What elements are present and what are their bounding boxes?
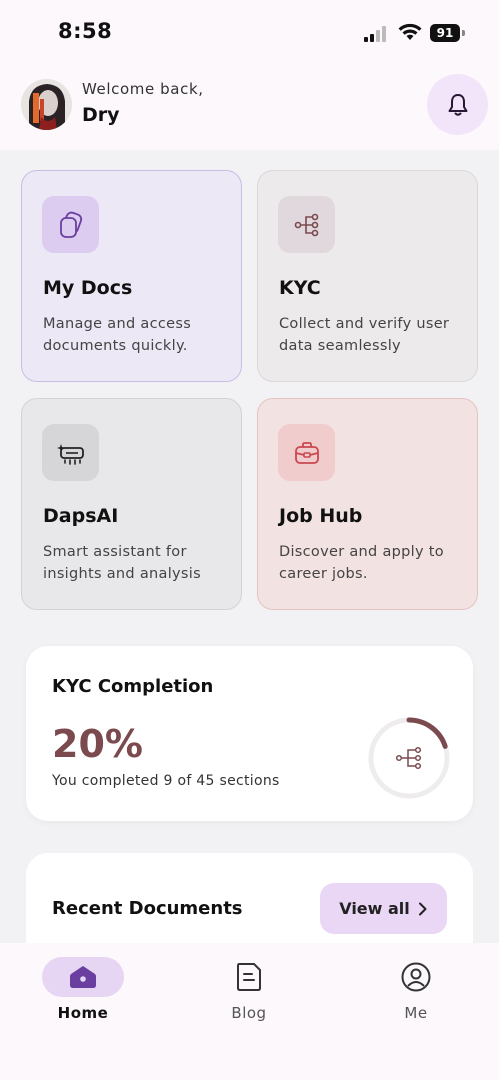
notifications-button[interactable] xyxy=(427,74,488,135)
kyc-progress-ring xyxy=(368,717,450,799)
kyc-completion-title: KYC Completion xyxy=(52,676,214,697)
avatar-image xyxy=(21,79,72,130)
ai-sparkle-icon xyxy=(42,424,99,481)
nav-label: Home xyxy=(57,1004,109,1022)
blog-icon xyxy=(237,963,261,991)
cellular-signal-icon xyxy=(364,26,390,42)
kyc-percent: 20% xyxy=(52,722,143,766)
flow-network-icon xyxy=(278,196,335,253)
flow-network-icon xyxy=(395,746,422,770)
card-title: My Docs xyxy=(43,277,133,299)
welcome-text: Welcome back, xyxy=(82,80,204,98)
kyc-completion-panel[interactable]: KYC Completion 20% You completed 9 of 45… xyxy=(26,646,473,821)
status-bar: 8:58 91 xyxy=(0,0,499,62)
wifi-icon xyxy=(398,23,422,40)
profile-icon xyxy=(401,962,431,992)
card-description: Discover and apply to career jobs. xyxy=(279,544,444,582)
card-title: KYC xyxy=(279,277,321,299)
card-title: Job Hub xyxy=(279,505,363,527)
recent-documents-title: Recent Documents xyxy=(52,898,243,919)
kyc-progress-text: You completed 9 of 45 sections xyxy=(52,773,280,789)
battery-indicator: 91 xyxy=(430,24,460,42)
kyc-card[interactable]: KYC Collect and verify user data seamles… xyxy=(257,170,478,382)
documents-icon xyxy=(42,196,99,253)
nav-label: Blog xyxy=(231,1004,267,1022)
my-docs-card[interactable]: My Docs Manage and access documents quic… xyxy=(21,170,242,382)
nav-blog[interactable]: Blog xyxy=(204,957,294,1027)
card-description: Collect and verify user data seamlessly xyxy=(279,316,450,354)
nav-me[interactable]: Me xyxy=(371,957,461,1027)
view-all-button[interactable]: View all xyxy=(320,883,447,934)
home-icon xyxy=(70,966,96,988)
nav-home-pill xyxy=(42,957,124,997)
bell-icon xyxy=(448,93,467,116)
bottom-navigation: Home Blog Me xyxy=(0,943,499,1080)
daps-ai-card[interactable]: DapsAI Smart assistant for insights and … xyxy=(21,398,242,610)
avatar[interactable] xyxy=(21,79,72,130)
job-hub-card[interactable]: Job Hub Discover and apply to career job… xyxy=(257,398,478,610)
card-description: Manage and access documents quickly. xyxy=(43,316,192,354)
username: Dry xyxy=(82,104,120,126)
briefcase-icon xyxy=(278,424,335,481)
status-time: 8:58 xyxy=(58,19,113,43)
nav-home[interactable]: Home xyxy=(38,957,128,1027)
battery-tip xyxy=(462,30,465,36)
card-title: DapsAI xyxy=(43,505,119,527)
card-description: Smart assistant for insights and analysi… xyxy=(43,544,201,582)
view-all-label: View all xyxy=(339,899,410,918)
nav-label: Me xyxy=(404,1004,428,1022)
chevron-right-icon xyxy=(418,902,427,915)
